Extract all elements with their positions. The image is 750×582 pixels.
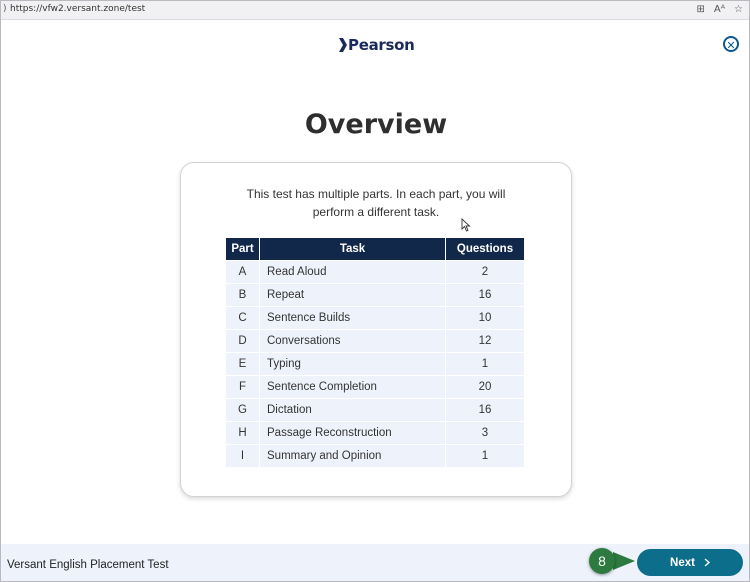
cell-questions: 1 [446, 353, 524, 375]
cell-part: F [226, 376, 259, 398]
cell-questions: 2 [446, 261, 524, 283]
table-row: F Sentence Completion 20 [226, 376, 524, 398]
cell-task: Dictation [260, 399, 445, 421]
cell-part: H [226, 422, 259, 444]
tab-grid-icon[interactable]: ⊞ [696, 3, 704, 16]
mouse-cursor-icon [461, 218, 471, 232]
step-pointer-icon [613, 552, 635, 570]
column-header-task: Task [260, 238, 445, 260]
column-header-questions: Questions [446, 238, 524, 260]
step-badge: 8 [589, 548, 615, 574]
page-title: Overview [304, 109, 448, 140]
cell-task: Sentence Builds [260, 307, 445, 329]
cell-task: Repeat [260, 284, 445, 306]
cell-part: G [226, 399, 259, 421]
cell-questions: 1 [446, 445, 524, 467]
pearson-logo-mark-icon [339, 38, 347, 52]
table-row: I Summary and Opinion 1 [226, 445, 524, 467]
intro-line-1: This test has multiple parts. In each pa… [246, 187, 506, 201]
overview-table: Part Task Questions A Read Aloud 2 B Rep… [225, 237, 525, 468]
intro-line-2: perform a different task. [312, 205, 440, 219]
cell-questions: 20 [446, 376, 524, 398]
close-icon[interactable]: ✕ [723, 36, 739, 52]
cell-questions: 16 [446, 284, 524, 306]
overview-card: This test has multiple parts. In each pa… [180, 162, 572, 497]
table-row: C Sentence Builds 10 [226, 307, 524, 329]
cell-part: E [226, 353, 259, 375]
cell-task: Conversations [260, 330, 445, 352]
table-row: A Read Aloud 2 [226, 261, 524, 283]
table-row: G Dictation 16 [226, 399, 524, 421]
table-row: D Conversations 12 [226, 330, 524, 352]
app-window: ) https://vfw2.versant.zone/test ⊞ Aᴬ ☆ … [0, 0, 750, 582]
intro-text: This test has multiple parts. In each pa… [181, 185, 571, 221]
table-header-row: Part Task Questions [226, 238, 524, 260]
table-row: B Repeat 16 [226, 284, 524, 306]
test-name: Versant English Placement Test [7, 559, 169, 571]
cell-task: Passage Reconstruction [260, 422, 445, 444]
cell-task: Read Aloud [260, 261, 445, 283]
chevron-right-icon [704, 558, 710, 567]
cell-task: Summary and Opinion [260, 445, 445, 467]
cell-part: C [226, 307, 259, 329]
logo-text: Pearson [348, 36, 415, 54]
read-aloud-icon[interactable]: Aᴬ [714, 3, 725, 16]
next-button[interactable]: Next [637, 549, 743, 576]
cell-questions: 12 [446, 330, 524, 352]
cell-task: Sentence Completion [260, 376, 445, 398]
cell-questions: 3 [446, 422, 524, 444]
site-info-icon[interactable]: ) [3, 4, 7, 14]
cell-task: Typing [260, 353, 445, 375]
cell-questions: 16 [446, 399, 524, 421]
cell-questions: 10 [446, 307, 524, 329]
pearson-logo: Pearson [338, 36, 415, 54]
cell-part: D [226, 330, 259, 352]
next-button-label: Next [670, 556, 695, 569]
column-header-part: Part [226, 238, 259, 260]
favorite-icon[interactable]: ☆ [734, 3, 743, 16]
table-row: E Typing 1 [226, 353, 524, 375]
cell-part: A [226, 261, 259, 283]
url-text[interactable]: https://vfw2.versant.zone/test [10, 4, 145, 14]
address-bar[interactable]: ) https://vfw2.versant.zone/test ⊞ Aᴬ ☆ [1, 1, 749, 20]
cell-part: B [226, 284, 259, 306]
table-row: H Passage Reconstruction 3 [226, 422, 524, 444]
cell-part: I [226, 445, 259, 467]
browser-toolbar: ⊞ Aᴬ ☆ [696, 3, 743, 16]
